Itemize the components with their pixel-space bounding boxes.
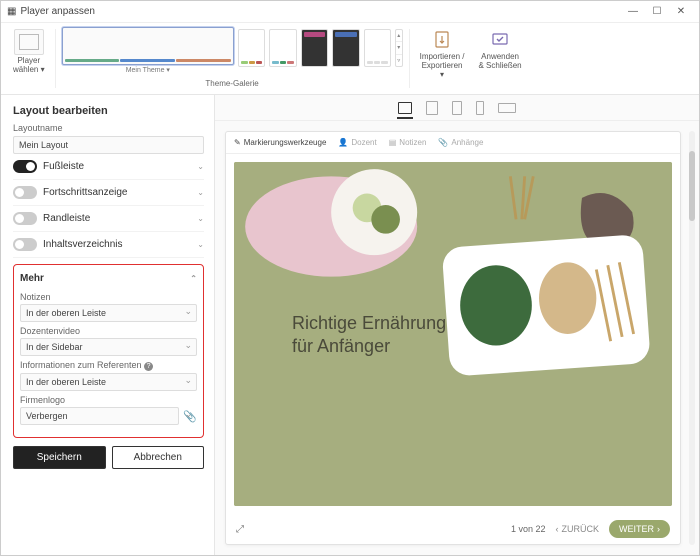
maximize-button[interactable]: ☐ xyxy=(645,6,669,17)
ribbon: Player wählen ▾ Mein Theme ▾ ▴▾▿ Theme-G… xyxy=(1,23,699,95)
preview-pane: ✎Markierungswerkzeuge 👤Dozent ▤Notizen 📎… xyxy=(215,95,699,555)
device-tablet-landscape[interactable] xyxy=(426,101,438,115)
monitor-icon xyxy=(14,29,44,55)
window-title: Player anpassen xyxy=(20,6,95,17)
device-tablet-portrait[interactable] xyxy=(452,101,462,115)
import-export-button[interactable]: Importieren / Exportieren ▾ xyxy=(416,27,469,90)
clip-icon: 📎 xyxy=(438,138,448,147)
dozent-select[interactable]: In der Sidebar xyxy=(20,338,197,356)
dozent-label: Dozentenvideo xyxy=(20,326,197,336)
tab-anhange[interactable]: 📎Anhänge xyxy=(438,138,483,147)
referent-select[interactable]: In der oberen Leiste xyxy=(20,373,197,391)
chevron-down-icon[interactable]: ⌄ xyxy=(197,214,204,223)
slide-title: Richtige Ernährung für Anfänger xyxy=(292,312,446,357)
minimize-button[interactable]: — xyxy=(621,6,645,17)
slide-preview: Richtige Ernährung für Anfänger xyxy=(234,162,672,506)
tab-dozent[interactable]: 👤Dozent xyxy=(338,138,376,147)
page-indicator: 1 von 22 xyxy=(511,524,546,534)
player-tabs: ✎Markierungswerkzeuge 👤Dozent ▤Notizen 📎… xyxy=(226,132,680,154)
apply-close-button[interactable]: Anwenden & Schließen xyxy=(475,27,526,90)
theme-thumb[interactable] xyxy=(364,29,391,67)
logo-select[interactable]: Verbergen xyxy=(20,407,179,425)
choose-player-button[interactable]: Player wählen ▾ xyxy=(9,27,49,90)
next-button[interactable]: WEITER› xyxy=(609,520,670,538)
player-footer: ⤢ 1 von 22 ‹ZURÜCK WEITER› xyxy=(226,514,680,544)
help-icon[interactable]: ? xyxy=(144,362,153,371)
theme-thumb[interactable] xyxy=(238,29,265,67)
pen-icon: ✎ xyxy=(234,138,241,147)
toggle-row-fussleiste[interactable]: Fußleiste ⌄ xyxy=(13,154,204,180)
notizen-select[interactable]: In der oberen Leiste xyxy=(20,304,197,322)
tab-notizen[interactable]: ▤Notizen xyxy=(389,138,427,147)
fullscreen-button[interactable]: ⤢ xyxy=(236,524,244,535)
save-button[interactable]: Speichern xyxy=(13,446,106,469)
scrollbar[interactable] xyxy=(689,131,695,545)
toggle-row-fortschritt[interactable]: Fortschrittsanzeige ⌄ xyxy=(13,180,204,206)
chevron-right-icon: › xyxy=(657,524,660,534)
person-icon: 👤 xyxy=(338,138,348,147)
logo-label: Firmenlogo xyxy=(20,395,197,405)
attach-icon[interactable]: 📎 xyxy=(183,410,197,423)
device-widescreen[interactable] xyxy=(498,103,516,113)
chevron-down-icon[interactable]: ⌄ xyxy=(197,162,204,171)
tab-markup[interactable]: ✎Markierungswerkzeuge xyxy=(234,138,326,147)
back-button[interactable]: ‹ZURÜCK xyxy=(556,524,600,534)
referent-label: Informationen zum Referenten ? xyxy=(20,360,197,371)
gallery-scroll[interactable]: ▴▾▿ xyxy=(395,29,403,67)
device-phone[interactable] xyxy=(476,101,484,115)
chevron-down-icon[interactable]: ⌄ xyxy=(197,240,204,249)
note-icon: ▤ xyxy=(389,138,397,147)
more-section: Mehr⌃ Notizen In der oberen Leiste Dozen… xyxy=(13,264,204,438)
layoutname-label: Layoutname xyxy=(13,123,204,133)
theme-gallery: Mein Theme ▾ ▴▾▿ Theme-Galerie xyxy=(62,27,403,90)
toggle-fussleiste[interactable] xyxy=(13,160,37,173)
theme-thumb[interactable] xyxy=(301,29,328,67)
chevron-down-icon[interactable]: ⌄ xyxy=(197,188,204,197)
apply-icon xyxy=(489,29,511,51)
cancel-button[interactable]: Abbrechen xyxy=(112,446,205,469)
player-canvas: ✎Markierungswerkzeuge 👤Dozent ▤Notizen 📎… xyxy=(225,131,681,545)
toggle-row-inhalt[interactable]: Inhaltsverzeichnis ⌄ xyxy=(13,232,204,258)
toggle-row-randleiste[interactable]: Randleiste ⌄ xyxy=(13,206,204,232)
theme-thumb[interactable] xyxy=(332,29,359,67)
theme-thumb-current[interactable]: Mein Theme ▾ xyxy=(62,27,234,65)
notizen-label: Notizen xyxy=(20,292,197,302)
sidebar-heading: Layout bearbeiten xyxy=(13,105,204,117)
app-icon: ▦ xyxy=(7,6,16,17)
close-button[interactable]: ✕ xyxy=(669,6,693,17)
theme-thumb[interactable] xyxy=(269,29,296,67)
toggle-inhalt[interactable] xyxy=(13,238,37,251)
toggle-fortschritt[interactable] xyxy=(13,186,37,199)
sidebar: Layout bearbeiten Layoutname Fußleiste ⌄… xyxy=(1,95,215,555)
layoutname-input[interactable] xyxy=(13,136,204,154)
more-heading[interactable]: Mehr⌃ xyxy=(20,271,197,288)
titlebar: ▦ Player anpassen — ☐ ✕ xyxy=(1,1,699,23)
device-bar xyxy=(215,95,699,121)
chevron-up-icon: ⌃ xyxy=(190,274,197,283)
import-export-icon xyxy=(431,29,453,51)
device-desktop[interactable] xyxy=(398,102,412,114)
toggle-randleiste[interactable] xyxy=(13,212,37,225)
chevron-left-icon: ‹ xyxy=(556,524,559,534)
